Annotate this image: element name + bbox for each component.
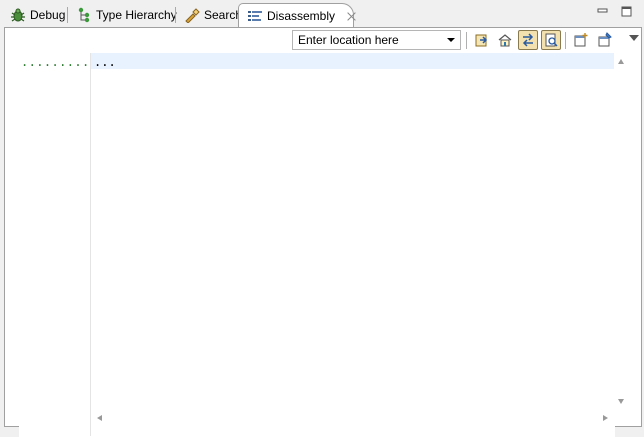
vertical-scrollbar[interactable] [615, 53, 629, 412]
type-hierarchy-icon [76, 7, 92, 23]
show-source-icon [545, 33, 558, 47]
minimize-view-icon[interactable] [596, 5, 610, 19]
tab-disassembly[interactable]: Disassembly [238, 3, 354, 28]
disassembly-line: ... [94, 55, 116, 69]
toolbar-separator [565, 32, 566, 49]
disassembly-icon [247, 8, 263, 24]
maximize-view-icon[interactable] [620, 5, 634, 19]
open-new-view-button[interactable] [571, 30, 591, 50]
scroll-up-icon[interactable] [618, 59, 624, 64]
scroll-left-icon[interactable] [97, 415, 102, 421]
ruler-text: ......... [21, 55, 90, 69]
tab-type-hierarchy[interactable]: Type Hierarchy [68, 3, 177, 27]
pin-view-icon [598, 32, 612, 47]
open-new-view-icon [574, 33, 588, 47]
location-input[interactable] [293, 31, 443, 49]
toolbar-separator [466, 32, 467, 49]
horizontal-scrollbar[interactable] [91, 412, 615, 426]
view-tab-strip: Debug Type Hierarchy Search Disassembly [0, 0, 644, 28]
go-to-address-icon [475, 34, 488, 47]
go-to-address-button[interactable] [472, 30, 492, 50]
tab-label: Search [204, 8, 243, 22]
current-line-highlight [91, 53, 614, 69]
pin-view-button[interactable] [595, 30, 615, 50]
scroll-right-icon[interactable] [603, 415, 608, 421]
home-program-counter-icon [498, 34, 512, 47]
chevron-down-icon[interactable] [447, 38, 455, 42]
disassembly-editor[interactable]: ......... ... [19, 53, 615, 437]
view-menu-icon[interactable] [629, 35, 639, 41]
disassembly-view: ......... ... [4, 27, 642, 437]
tab-search[interactable]: Search [176, 3, 242, 27]
tab-label: Type Hierarchy [96, 8, 177, 22]
home-button[interactable] [495, 30, 515, 50]
show-source-toggle[interactable] [541, 30, 561, 50]
link-with-debug-context-toggle[interactable] [518, 30, 538, 50]
tab-label: Disassembly [267, 9, 336, 23]
address-ruler: ......... [19, 53, 91, 436]
view-toolbar [5, 28, 641, 54]
search-flashlight-icon [184, 7, 200, 24]
link-with-active-debug-context-icon [522, 33, 534, 47]
location-combo[interactable] [292, 30, 461, 50]
bug-icon [10, 7, 26, 23]
scroll-down-icon[interactable] [618, 399, 624, 404]
tab-debug[interactable]: Debug [2, 3, 68, 27]
tab-label: Debug [30, 8, 66, 22]
